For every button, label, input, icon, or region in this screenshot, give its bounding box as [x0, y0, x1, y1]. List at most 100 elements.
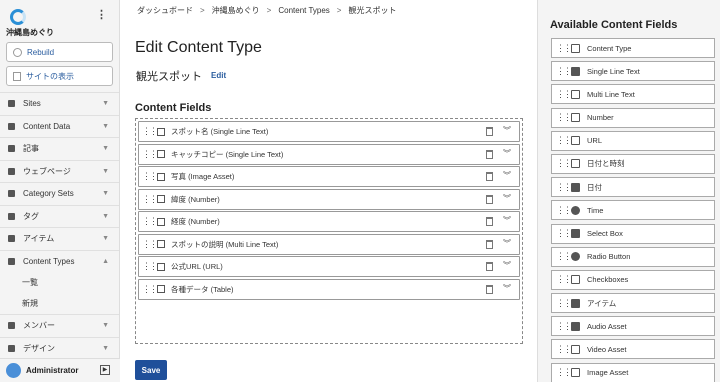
select-box-icon [571, 229, 580, 238]
breadcrumb-separator: > [336, 6, 342, 15]
drag-handle-icon[interactable]: ⋮⋮ [556, 182, 572, 192]
sidebar-subitem-list[interactable]: 一覧 [0, 272, 119, 293]
available-field-radio-button[interactable]: ⋮⋮ Radio Button [551, 246, 715, 267]
available-field-number[interactable]: ⋮⋮ Number [551, 107, 715, 128]
drag-handle-icon[interactable]: ⋮⋮ [556, 229, 572, 238]
available-field-time[interactable]: ⋮⋮ Time [551, 200, 715, 221]
sidebar-item-sites[interactable]: Sites ▼ [0, 92, 119, 115]
sidebar-item-tags[interactable]: タグ ▼ [0, 204, 119, 228]
trash-icon[interactable] [486, 149, 493, 159]
chevron-down-icon: ▼ [102, 190, 109, 197]
field-row[interactable]: ⋮⋮ 緯度 (Number) ︾ [138, 188, 520, 210]
expand-icon[interactable]: ︾ [503, 215, 511, 226]
sidebar-item-content-data[interactable]: Content Data ▼ [0, 114, 119, 138]
available-field-multi-line-text[interactable]: ⋮⋮ Multi Line Text [551, 84, 715, 105]
drag-handle-icon[interactable]: ⋮⋮ [556, 344, 572, 354]
edit-name-link[interactable]: Edit [211, 71, 226, 80]
drag-handle-icon[interactable]: ⋮⋮ [142, 262, 158, 271]
field-row[interactable]: ⋮⋮ 写真 (Image Asset) ︾ [138, 166, 520, 187]
expand-icon[interactable]: ︾ [503, 170, 511, 181]
drag-handle-icon[interactable]: ⋮⋮ [556, 136, 572, 145]
expand-icon[interactable]: ︾ [503, 193, 511, 204]
drag-handle-icon[interactable]: ⋮⋮ [556, 43, 572, 53]
avatar[interactable] [6, 363, 21, 378]
expand-icon[interactable]: ︾ [503, 283, 511, 294]
view-site-button[interactable]: サイトの表示 [6, 66, 113, 86]
available-field-label: URL [587, 136, 603, 146]
user-icon [8, 322, 15, 330]
drag-handle-icon[interactable]: ⋮⋮ [556, 252, 572, 261]
available-field-url[interactable]: ⋮⋮ URL [551, 130, 715, 151]
drag-handle-icon[interactable]: ⋮⋮ [556, 113, 572, 122]
drag-handle-icon[interactable]: ⋮⋮ [142, 194, 158, 204]
sidebar-subitem-new[interactable]: 新規 [0, 293, 119, 314]
field-row[interactable]: ⋮⋮ 各種データ (Table) ︾ [138, 278, 520, 300]
field-type-icon [157, 240, 165, 248]
available-field-video-asset[interactable]: ⋮⋮ Video Asset [551, 339, 715, 360]
available-field-checkboxes[interactable]: ⋮⋮ Checkboxes [551, 269, 715, 290]
sidebar-item-content-types[interactable]: Content Types ▲ [0, 249, 119, 273]
sidebar-item-category-sets[interactable]: Category Sets ▼ [0, 182, 119, 205]
save-button[interactable]: Save [135, 360, 167, 380]
sidebar-item-label: タグ [23, 211, 39, 221]
rebuild-button[interactable]: Rebuild [6, 42, 113, 62]
field-row[interactable]: ⋮⋮ スポットの説明 (Multi Line Text) ︾ [138, 233, 520, 255]
trash-icon[interactable] [486, 239, 493, 249]
sidebar-item-entries[interactable]: 記事 ▼ [0, 137, 119, 160]
available-field-label: Image Asset [587, 368, 629, 378]
available-field-select-box[interactable]: ⋮⋮ Select Box [551, 223, 715, 244]
sidebar-item-assets[interactable]: アイテム ▼ [0, 227, 119, 250]
breadcrumb-separator: > [200, 6, 205, 15]
sidebar-item-members[interactable]: メンバー ▼ [0, 314, 119, 337]
drag-handle-icon[interactable]: ⋮⋮ [556, 89, 572, 99]
available-field-datetime[interactable]: ⋮⋮ 日付と時刻 [551, 153, 715, 174]
available-field-audio-asset[interactable]: ⋮⋮ Audio Asset [551, 316, 715, 337]
content-fields-title: Content Fields [135, 102, 212, 114]
field-type-icon [157, 285, 165, 293]
expand-icon[interactable]: ︾ [503, 148, 511, 159]
trash-icon[interactable] [486, 172, 493, 181]
field-row[interactable]: ⋮⋮ スポット名 (Single Line Text) ︾ [138, 121, 520, 142]
drag-handle-icon[interactable]: ⋮⋮ [142, 239, 158, 249]
drag-handle-icon[interactable]: ⋮⋮ [556, 275, 572, 284]
expand-icon[interactable]: ︾ [503, 125, 511, 136]
drag-handle-icon[interactable]: ⋮⋮ [556, 66, 572, 76]
field-row[interactable]: ⋮⋮ キャッチコピー (Single Line Text) ︾ [138, 143, 520, 165]
available-field-date[interactable]: ⋮⋮ 日付 [551, 177, 715, 198]
chevron-down-icon: ▼ [102, 122, 109, 130]
expand-icon[interactable]: ︾ [503, 238, 511, 249]
content-fields-dropzone[interactable]: ⋮⋮ スポット名 (Single Line Text) ︾ ⋮⋮ キャッチコピー (S… [135, 118, 523, 344]
drag-handle-icon[interactable]: ⋮⋮ [142, 172, 158, 181]
drag-handle-icon[interactable]: ⋮⋮ [556, 321, 572, 331]
breadcrumb-site[interactable]: 沖縄島めぐり [212, 6, 260, 15]
breadcrumb-content-types[interactable]: Content Types [278, 6, 329, 15]
available-field-content-type[interactable]: ⋮⋮ Content Type [551, 38, 715, 58]
drag-handle-icon[interactable]: ⋮⋮ [556, 159, 572, 168]
available-field-single-line-text[interactable]: ⋮⋮ Single Line Text [551, 61, 715, 82]
expand-icon[interactable]: ︾ [503, 260, 511, 271]
available-field-label: Content Type [587, 43, 632, 53]
available-field-asset[interactable]: ⋮⋮ アイテム [551, 293, 715, 314]
drag-handle-icon[interactable]: ⋮⋮ [142, 149, 158, 159]
drag-handle-icon[interactable]: ⋮⋮ [142, 127, 158, 136]
sidebar-toggle-icon[interactable]: ▶ [100, 365, 110, 375]
trash-icon[interactable] [486, 284, 493, 294]
field-row[interactable]: ⋮⋮ 経度 (Number) ︾ [138, 211, 520, 232]
breadcrumb-dashboard[interactable]: ダッシュボード [137, 6, 193, 15]
trash-icon[interactable] [486, 262, 493, 271]
sidebar-item-pages[interactable]: ウェブページ ▼ [0, 159, 119, 183]
user-name[interactable]: Administrator [26, 366, 78, 375]
trash-icon[interactable] [486, 127, 493, 136]
trash-icon[interactable] [486, 194, 493, 204]
trash-icon[interactable] [486, 217, 493, 226]
drag-handle-icon[interactable]: ⋮⋮ [556, 298, 572, 308]
sidebar-item-design[interactable]: デザイン ▼ [0, 336, 119, 360]
drag-handle-icon[interactable]: ⋮⋮ [556, 205, 572, 215]
drag-handle-icon[interactable]: ⋮⋮ [142, 284, 158, 294]
field-row[interactable]: ⋮⋮ 公式URL (URL) ︾ [138, 256, 520, 277]
drag-handle-icon[interactable]: ⋮⋮ [142, 217, 158, 226]
image-icon [571, 368, 580, 378]
available-field-image-asset[interactable]: ⋮⋮ Image Asset [551, 362, 715, 382]
drag-handle-icon[interactable]: ⋮⋮ [556, 368, 572, 377]
more-menu-icon[interactable]: ⋮ [96, 10, 107, 21]
